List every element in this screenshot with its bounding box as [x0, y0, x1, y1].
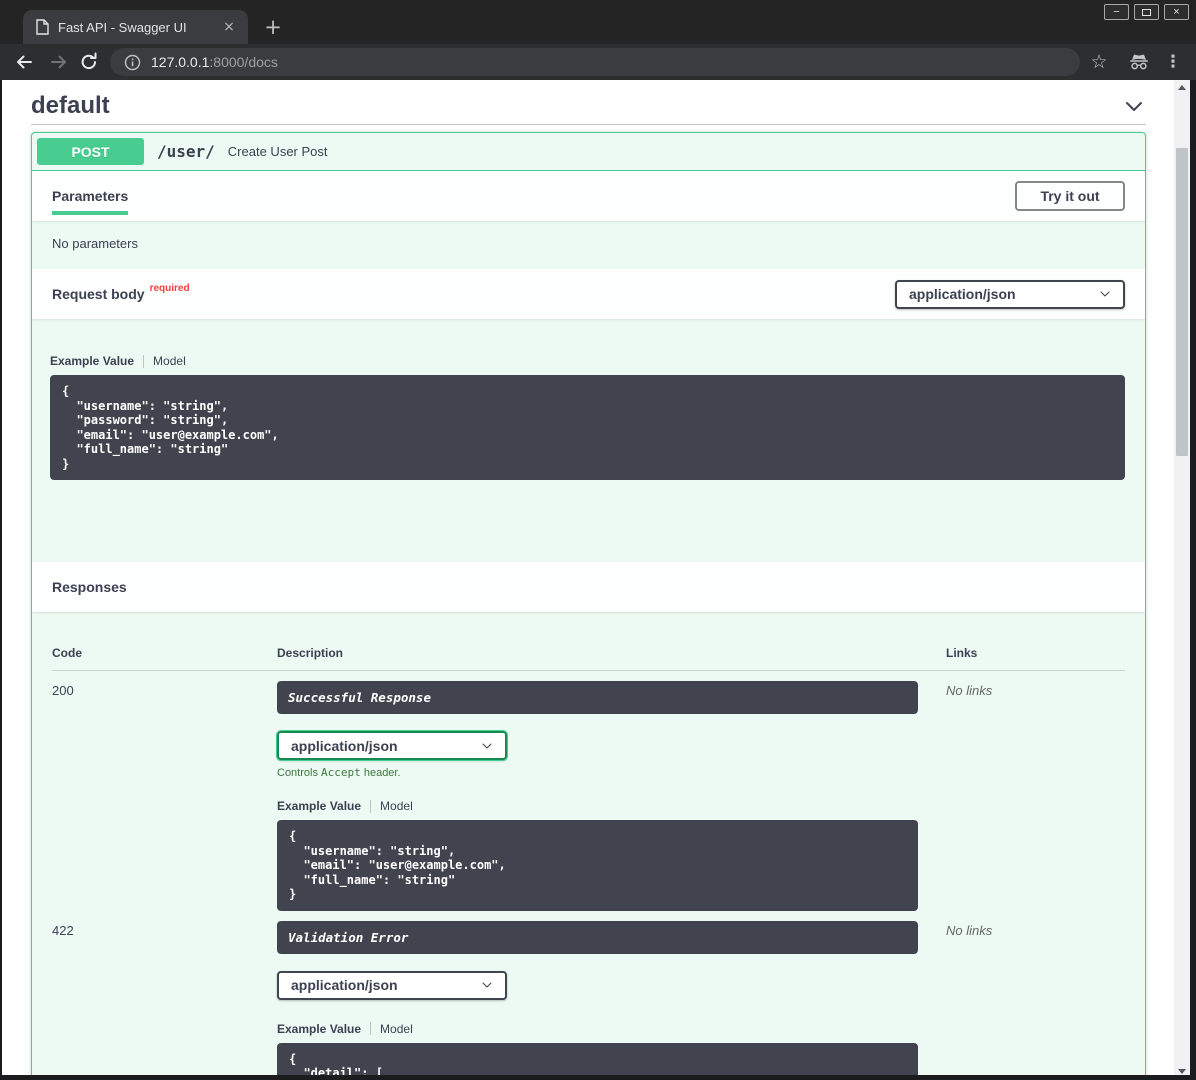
- close-button[interactable]: ×: [1164, 4, 1189, 20]
- tab-model[interactable]: Model: [380, 1022, 413, 1036]
- tab-separator: [370, 800, 371, 813]
- request-body-title: Request bodyrequired: [52, 286, 190, 302]
- close-icon: ×: [1173, 7, 1179, 18]
- site-info-icon: [124, 54, 141, 71]
- response-description-cell: Validation Error application/json Exampl…: [277, 921, 918, 1080]
- response-code: 200: [52, 681, 277, 911]
- col-description: Description: [277, 646, 918, 660]
- browser-menu-button[interactable]: ⋮: [1160, 49, 1186, 75]
- response-row-200: 200 Successful Response application/json…: [52, 671, 1125, 911]
- tab-model[interactable]: Model: [153, 354, 186, 368]
- example-model-tabs: Example Value Model: [50, 354, 1125, 368]
- request-body-example-json: { "username": "string", "password": "str…: [50, 375, 1125, 480]
- reload-button[interactable]: [76, 49, 102, 75]
- swagger-content: default POST /user/ Create User Post Par…: [2, 80, 1174, 1080]
- no-parameters-text: No parameters: [32, 221, 1145, 269]
- window-border-right: [1190, 80, 1196, 1080]
- menu-dots-icon: ⋮: [1165, 52, 1182, 72]
- tab-close-icon[interactable]: ×: [220, 18, 238, 36]
- back-arrow-icon: [14, 52, 34, 72]
- responses-table-head: Code Description Links: [52, 612, 1125, 671]
- tag-title: default: [31, 92, 110, 120]
- opblock-summary[interactable]: POST /user/ Create User Post: [32, 133, 1145, 171]
- scrollbar-down-arrow-icon[interactable]: [1178, 1069, 1186, 1074]
- page-viewport: default POST /user/ Create User Post Par…: [0, 80, 1196, 1080]
- accept-header-note: Controls Accept header.: [277, 766, 918, 779]
- incognito-icon: [1128, 53, 1150, 71]
- forward-arrow-icon: [49, 52, 69, 72]
- maximize-button[interactable]: [1134, 4, 1159, 20]
- scrollbar-thumb[interactable]: [1176, 148, 1188, 456]
- scrollbar-up-arrow-icon[interactable]: [1178, 85, 1186, 90]
- endpoint-summary: Create User Post: [228, 144, 328, 159]
- minimize-button[interactable]: −: [1104, 4, 1129, 20]
- window-controls: − ×: [1104, 4, 1189, 20]
- back-button[interactable]: [11, 49, 37, 75]
- chevron-down-icon: [1099, 288, 1111, 300]
- url-bar[interactable]: 127.0.0.1:8000/docs: [110, 48, 1080, 76]
- opblock-post-user: POST /user/ Create User Post Parameters …: [31, 132, 1146, 1080]
- profile-incognito-button[interactable]: [1126, 49, 1152, 75]
- browser-frame: − × Fast API - Swagger UI × +: [0, 0, 1196, 80]
- responses-title: Responses: [52, 579, 127, 595]
- response-description: Successful Response: [277, 681, 918, 714]
- page-favicon-icon: [35, 19, 49, 35]
- url-text: 127.0.0.1:8000/docs: [151, 54, 278, 70]
- response-code: 422: [52, 921, 277, 1080]
- col-code: Code: [52, 646, 277, 660]
- request-media-type-select[interactable]: application/json: [895, 280, 1125, 309]
- url-path: :8000/docs: [209, 54, 278, 70]
- responses-table: Code Description Links 200 Successful Re…: [32, 612, 1145, 1080]
- star-icon: ☆: [1090, 51, 1107, 73]
- tag-section-header[interactable]: default: [31, 80, 1146, 125]
- tab-separator: [143, 355, 144, 368]
- tab-title: Fast API - Swagger UI: [58, 20, 220, 35]
- response-links: No links: [918, 681, 1125, 911]
- url-host: 127.0.0.1: [151, 54, 209, 70]
- request-body-content: Example Value Model { "username": "strin…: [32, 319, 1145, 562]
- tab-example-value[interactable]: Example Value: [277, 799, 361, 813]
- tab-parameters[interactable]: Parameters: [52, 188, 128, 215]
- request-media-type-value: application/json: [909, 286, 1016, 302]
- minimize-icon: −: [1113, 7, 1119, 18]
- forward-button[interactable]: [46, 49, 72, 75]
- accept-code: Accept: [321, 766, 361, 779]
- response-media-type-value: application/json: [291, 977, 398, 993]
- example-model-tabs: Example Value Model: [277, 1022, 918, 1036]
- response-example-json: { "username": "string", "email": "user@e…: [277, 820, 918, 911]
- endpoint-path: /user/: [157, 142, 215, 161]
- example-model-tabs: Example Value Model: [277, 799, 918, 813]
- response-description: Validation Error: [277, 921, 918, 954]
- new-tab-button[interactable]: +: [260, 14, 286, 40]
- method-badge: POST: [37, 138, 144, 165]
- tab-separator: [370, 1022, 371, 1035]
- page-scrollbar[interactable]: [1174, 80, 1190, 1080]
- request-body-header: Request bodyrequired application/json: [32, 269, 1145, 319]
- tab-example-value[interactable]: Example Value: [50, 354, 134, 368]
- browser-tab[interactable]: Fast API - Swagger UI ×: [23, 10, 248, 44]
- col-links: Links: [918, 646, 1125, 660]
- response-media-type-select[interactable]: application/json: [277, 971, 507, 1000]
- bookmark-button[interactable]: ☆: [1086, 49, 1112, 75]
- chevron-down-icon[interactable]: [1122, 94, 1146, 118]
- window-border-left: [0, 80, 2, 1080]
- tab-model[interactable]: Model: [380, 799, 413, 813]
- try-it-out-button[interactable]: Try it out: [1015, 181, 1125, 211]
- chevron-down-icon: [481, 740, 493, 752]
- reload-icon: [79, 52, 99, 72]
- parameters-header: Parameters Try it out: [32, 171, 1145, 221]
- window-border-bottom: [0, 1075, 1196, 1080]
- maximize-icon: [1142, 9, 1151, 16]
- response-row-422: 422 Validation Error application/json Ex…: [52, 911, 1125, 1080]
- required-label: required: [150, 283, 190, 294]
- tab-example-value[interactable]: Example Value: [277, 1022, 361, 1036]
- response-media-type-select[interactable]: application/json: [277, 731, 507, 760]
- response-description-cell: Successful Response application/json Con…: [277, 681, 918, 911]
- responses-header: Responses: [32, 562, 1145, 612]
- chevron-down-icon: [481, 979, 493, 991]
- response-links: No links: [918, 921, 1125, 1080]
- response-media-type-value: application/json: [291, 738, 398, 754]
